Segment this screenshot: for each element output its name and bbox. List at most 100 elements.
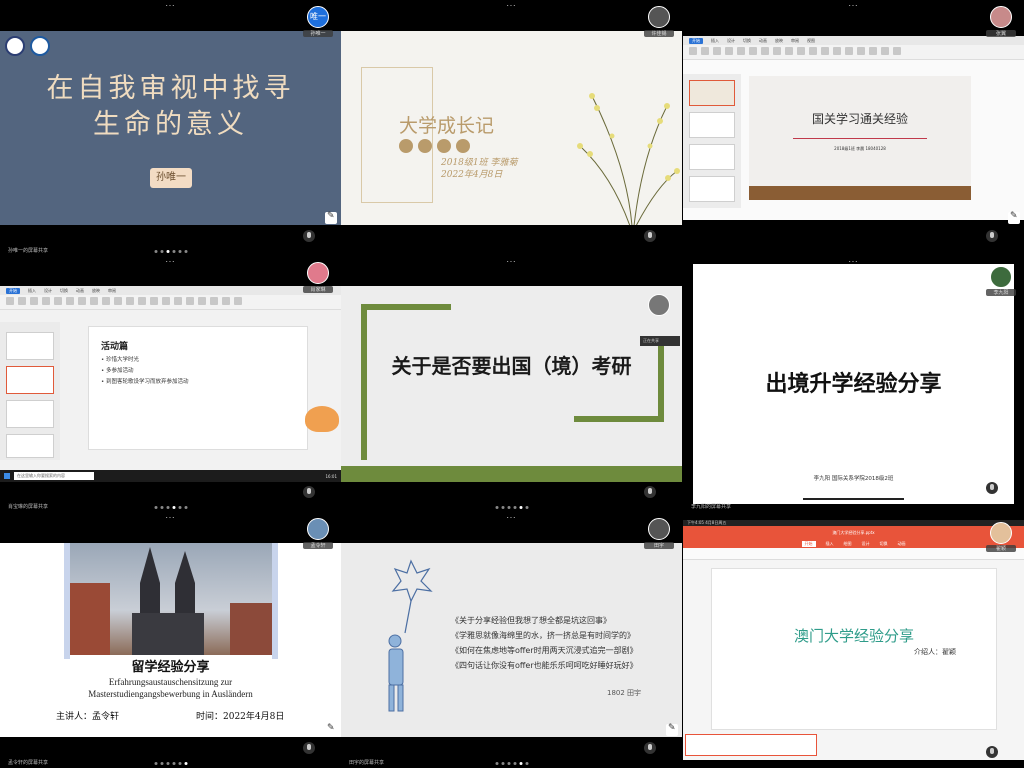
talk-title-line: 《如何在焦虑地等offer时用两天沉浸式追完一部剧》 [451,646,638,655]
windows-start-icon[interactable] [4,473,10,479]
avatar [648,6,670,28]
main-slide: 澳门大学经验分享 介绍人：翟颖 [711,568,997,730]
title-line-2: 生命的意义 [93,109,248,140]
participant-tile-2[interactable]: ··· 大学成长记 2018级1班 李雅菊 2022年4月8日 许佳锡 [341,0,682,256]
thumbnail-2[interactable] [6,366,54,394]
thumbnail-strip[interactable] [685,734,817,756]
shared-slide: 开始 插入 设计 切换 动画 放映 审阅 视图 国关学习通关经验 2018级1班 李晨 180… [683,36,1024,220]
ribbon-toolbar: 开始 插入 设计 切换 动画 放映 审阅 [0,286,341,310]
ribbon-tools[interactable] [683,45,1024,59]
tile-menu-dots[interactable]: ··· [166,3,176,10]
shiba-sticker [305,406,339,432]
subtitle-line-2: 2022年4月8日 [441,170,503,180]
thumbnail-4[interactable] [689,176,735,202]
avatar [990,6,1012,28]
slide-title: 关于是否要出国（境）考研 [391,354,632,378]
slide-title: 留学经验分享 [131,660,210,675]
slide-title: 在自我审视中找寻 生命的意义 [0,71,341,143]
screen-share-caption: 肖宝琳的屏幕共享 [8,504,49,510]
slide-subtitle: 2018级1班 李雅菊 2022年4月8日 [441,157,518,181]
thumbnail-1[interactable] [6,332,54,360]
mic-icon[interactable] [303,742,315,754]
shared-slide: 下午4:05 4月8日周五 澳门大学经验分享.pptx 开始 插入 绘图 设计 切换 动画… [683,520,1024,760]
participant-tile-4[interactable]: ··· 开始 插入 设计 切换 动画 放映 审阅 活动篇 • 珍惜大学时光 • 多参加活动 … [0,256,341,512]
tile-menu-dots[interactable]: ··· [507,259,517,266]
mic-icon[interactable] [303,486,315,498]
thumbnail-1[interactable] [689,80,735,106]
bullet-item: • 珍惜大学时光 [101,357,140,363]
ribbon-tabs[interactable]: 开始 插入 设计 切换 动画 放映 审阅 视图 [683,36,1024,45]
green-frame-top [361,304,451,310]
participant-tile-3[interactable]: ··· 开始 插入 设计 切换 动画 放映 审阅 视图 国关学习通关经验 2018级1班 李晨… [683,0,1024,256]
mic-icon[interactable] [644,742,656,754]
ribbon-tabs[interactable]: 开始 插入 设计 切换 动画 放映 审阅 [0,286,341,295]
tile-menu-dots[interactable]: ··· [166,259,176,266]
page-dots[interactable] [154,762,187,765]
mic-icon[interactable] [986,482,998,494]
thumbnail-3[interactable] [689,144,735,170]
page-dots[interactable] [495,506,528,509]
annotate-pen-icon[interactable] [325,211,337,224]
tile-menu-dots[interactable]: ··· [507,515,517,522]
slide-title: 国关学习通关经验 [811,112,908,126]
participant-name: 肖家琳 [303,286,333,293]
share-popup[interactable]: 正在共享 [640,336,680,346]
participant-tile-1[interactable]: ··· 在自我审视中找寻 生命的意义 孙唯一 唯一 孙唯一 孙唯一的屏幕共享 [0,0,341,256]
participant-tile-7[interactable]: ··· 留学经验分享 Erfahrungsaustauschensitzung … [0,512,341,768]
shared-slide: 在自我审视中找寻 生命的意义 孙唯一 [0,31,341,225]
tile-menu-dots[interactable]: ··· [507,3,517,10]
footer-rule [803,498,904,500]
ribbon-tools[interactable] [0,295,341,309]
tile-menu-dots[interactable]: ··· [849,3,859,10]
shared-slide: 开始 插入 设计 切换 动画 放映 审阅 活动篇 • 珍惜大学时光 • 多参加活动 • 到图… [0,286,341,482]
annotate-pen-icon[interactable] [666,723,678,736]
mic-icon[interactable] [644,230,656,242]
participant-tile-6[interactable]: ··· 出境升学经验分享 李九阳 国际关系学院2018级2班 李九阳 李九阳的屏… [683,256,1024,512]
page-dots[interactable] [154,506,187,509]
presenter-badge: 孙唯一 [150,168,192,188]
mic-icon[interactable] [644,486,656,498]
annotate-pen-icon[interactable] [325,723,337,736]
german-subtitle: Erfahrungsaustauschensitzung zur Masters… [0,676,341,700]
flower-decoration [577,93,680,225]
german-line-2: Masterstudiengangsbewerbung in Ausländer… [88,689,253,699]
ppt-toolbar[interactable] [683,548,1024,560]
green-frame-bottom [574,416,664,422]
main-slide: 活动篇 • 珍惜大学时光 • 多参加活动 • 到图客轮歌设学习而放弃参加活动 [88,326,308,450]
cathedral-photo [70,543,272,655]
participant-name: 李九阳 [986,289,1016,296]
mic-icon[interactable] [303,230,315,242]
slide-heading: 活动篇 [101,342,129,352]
screen-share-caption: 田宇的屏幕共享 [349,760,385,766]
avatar [990,266,1012,288]
participant-name: 田宇 [644,542,674,549]
participant-name: 翟颖 [986,545,1016,552]
slide-footer: 李九阳 国际关系学院2018级2班 [813,476,894,482]
german-line-1: Erfahrungsaustauschensitzung zur [108,677,233,687]
speaker-label: 主讲人：孟令轩 [56,712,120,722]
shared-slide: 出境升学经验分享 李九阳 国际关系学院2018级2班 [693,264,1014,504]
participant-tile-9[interactable]: 下午4:05 4月8日周五 澳门大学经验分享.pptx 开始 插入 绘图 设计 切换 动画… [683,512,1024,768]
participant-tile-5[interactable]: ··· 关于是否要出国（境）考研 正在共享 [341,256,682,512]
thumbnail-4[interactable] [6,434,54,458]
shared-slide: 大学成长记 2018级1班 李雅菊 2022年4月8日 [341,31,682,225]
talk-title-line: 《学雅思就像海绵里的水，挤一挤总是有时间学的》 [451,631,635,640]
participant-tile-8[interactable]: ··· 《关于分享经验但我想了想全都是坑这回事》 《学雅思就像海绵里的水，挤一挤… [341,512,682,768]
page-dots[interactable] [154,250,187,253]
annotate-pen-icon[interactable] [1008,211,1020,224]
avatar [648,294,670,316]
page-dots[interactable] [495,762,528,765]
tile-menu-dots[interactable]: ··· [166,515,176,522]
green-frame-left [361,304,367,460]
thumbnail-3[interactable] [6,400,54,428]
ppt-tabs[interactable]: 开始 插入 绘图 设计 切换 动画 [683,540,1024,548]
green-footer-bar [341,466,682,482]
mic-icon[interactable] [986,746,998,758]
mic-icon[interactable] [986,230,998,242]
slide-intro: 介绍人：翟颖 [914,648,956,656]
avatar [307,518,329,540]
stick-figure-illustration [388,559,433,712]
signature: 1802 田宇 [607,689,642,697]
taskbar-search-input[interactable]: 在这里输入你要搜索的内容 [14,472,94,480]
thumbnail-2[interactable] [689,112,735,138]
